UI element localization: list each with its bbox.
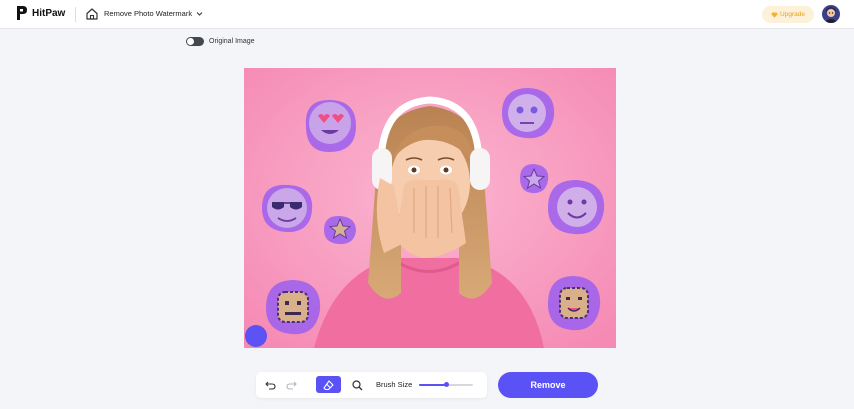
mask-love-emoji bbox=[305, 100, 356, 152]
image-canvas[interactable] bbox=[244, 68, 616, 348]
app-logo[interactable]: HitPaw bbox=[16, 5, 65, 21]
redo-button[interactable] bbox=[283, 377, 299, 393]
chevron-down-icon bbox=[196, 12, 203, 16]
zoom-button[interactable] bbox=[349, 377, 365, 393]
photo-preview bbox=[244, 68, 616, 348]
mask-star-left bbox=[324, 215, 356, 245]
original-image-toggle-row: Original Image bbox=[186, 37, 255, 46]
home-icon[interactable] bbox=[85, 7, 99, 21]
mask-pixel-emoji-right bbox=[548, 276, 601, 331]
redo-icon bbox=[285, 381, 297, 390]
edit-toolbar: Brush Size bbox=[256, 372, 487, 398]
diamond-icon bbox=[771, 12, 778, 18]
magnifier-icon bbox=[351, 379, 362, 390]
upgrade-button[interactable]: Upgrade bbox=[762, 6, 814, 23]
mask-pixel-emoji-left bbox=[266, 280, 321, 335]
brush-cursor bbox=[245, 325, 267, 347]
tool-title: Remove Photo Watermark bbox=[104, 9, 193, 18]
headphone-right bbox=[470, 148, 490, 190]
brush-size-label: Brush Size bbox=[376, 380, 413, 389]
undo-icon bbox=[264, 381, 276, 390]
mask-sunglasses-emoji bbox=[262, 184, 313, 233]
original-image-label: Original Image bbox=[209, 38, 255, 45]
avatar-image bbox=[822, 5, 840, 23]
hands bbox=[396, 179, 466, 258]
tool-selector[interactable]: Remove Photo Watermark bbox=[104, 9, 203, 18]
undo-button[interactable] bbox=[262, 377, 278, 393]
header-divider bbox=[75, 7, 76, 22]
upgrade-label: Upgrade bbox=[780, 11, 805, 18]
mask-star-right bbox=[520, 164, 549, 194]
brush-size-slider[interactable] bbox=[419, 381, 473, 389]
original-image-toggle[interactable] bbox=[186, 37, 204, 46]
eraser-icon bbox=[323, 379, 334, 390]
hitpaw-logo-icon bbox=[17, 6, 27, 20]
slider-thumb[interactable] bbox=[443, 382, 449, 387]
remove-button[interactable]: Remove bbox=[498, 372, 598, 398]
slider-fill bbox=[419, 384, 446, 386]
avatar[interactable] bbox=[822, 5, 840, 23]
eraser-tool-button[interactable] bbox=[316, 376, 341, 393]
app-name: HitPaw bbox=[32, 7, 66, 19]
mask-smile-emoji bbox=[548, 180, 605, 235]
top-bar: HitPaw Remove Photo Watermark Upgrade bbox=[0, 0, 854, 29]
mask-neutral-emoji bbox=[502, 88, 555, 139]
